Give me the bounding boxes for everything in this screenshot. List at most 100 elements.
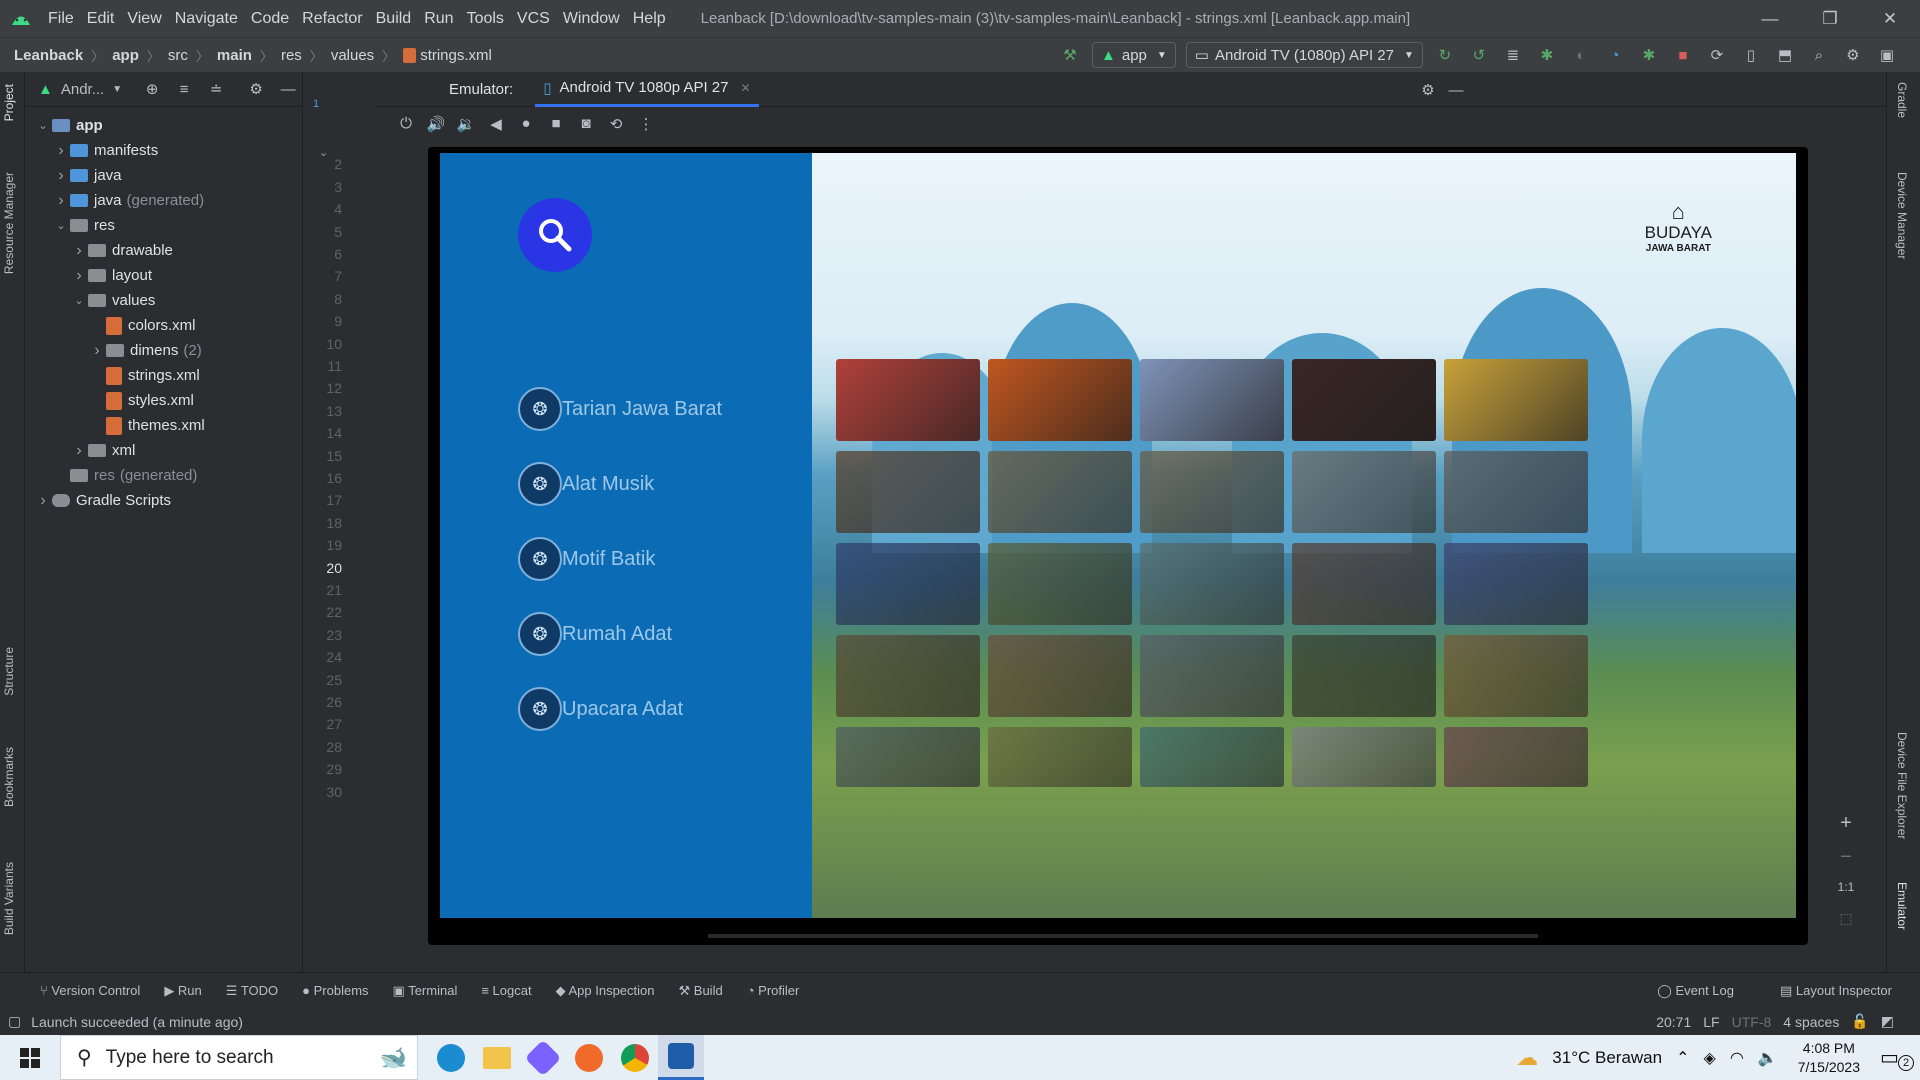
attach-process-icon[interactable]: ✱ [1637, 43, 1661, 67]
file-encoding[interactable]: UTF-8 [1732, 1014, 1772, 1030]
hide-panel-icon[interactable]: — [1444, 78, 1468, 102]
tv-category-motif-batik[interactable]: ❂ Motif Batik [518, 536, 655, 582]
content-card[interactable] [836, 727, 980, 787]
chevron-right-icon[interactable]: › [70, 242, 88, 260]
close-tab-icon[interactable]: ✕ [740, 81, 750, 95]
chevron-up-icon[interactable]: ⌃ [1676, 1048, 1689, 1068]
tree-item[interactable]: colors.xml [26, 313, 302, 338]
logcat-tab[interactable]: ≡ Logcat [481, 983, 531, 998]
tree-item[interactable]: › xml [26, 438, 302, 463]
chevron-down-icon[interactable]: ⌄ [34, 119, 52, 132]
edge-icon[interactable] [428, 1035, 474, 1080]
zoom-actual-size-button[interactable]: 1:1 [1828, 880, 1864, 910]
menu-view[interactable]: View [127, 10, 161, 28]
content-card[interactable] [1140, 727, 1284, 787]
content-card[interactable] [1444, 635, 1588, 717]
sync-gradle-icon[interactable]: ⟳ [1705, 43, 1729, 67]
build-variants-tab[interactable]: Build Variants [2, 862, 16, 935]
settings-gear-icon[interactable]: ⚙ [1841, 43, 1865, 67]
chevron-right-icon[interactable]: › [52, 142, 70, 160]
structure-tab[interactable]: Structure [2, 647, 16, 696]
line-separator[interactable]: LF [1703, 1014, 1719, 1030]
tree-item[interactable]: res (generated) [26, 463, 302, 488]
weather-icon[interactable]: ☁ [1516, 1045, 1538, 1071]
todo-tab[interactable]: ☰ TODO [226, 983, 278, 999]
power-icon[interactable]: ⏻ [394, 112, 418, 136]
problems-tab[interactable]: ● Problems [302, 983, 368, 998]
layout-inspector-tab[interactable]: ▤ Layout Inspector [1780, 983, 1892, 999]
restore-icon[interactable]: ❐ [1800, 0, 1860, 37]
tv-category-tarian[interactable]: ❂ Tarian Jawa Barat [518, 386, 722, 432]
gear-icon[interactable]: ⚙ [1416, 78, 1440, 102]
project-view-dropdown[interactable]: Andr... [61, 81, 104, 98]
chevron-down-icon[interactable]: ⌄ [52, 219, 70, 232]
menu-refactor[interactable]: Refactor [302, 10, 362, 28]
device-manager-icon[interactable]: ▯ [1739, 43, 1763, 67]
gradle-tab[interactable]: Gradle [1895, 82, 1909, 118]
tv-category-alat-musik[interactable]: ❂ Alat Musik [518, 461, 654, 507]
content-card[interactable] [1140, 543, 1284, 625]
emulator-tab[interactable]: Emulator [1895, 882, 1909, 930]
chevron-right-icon[interactable]: › [52, 192, 70, 210]
copilot-app-icon[interactable] [520, 1035, 566, 1080]
caret-position[interactable]: 20:71 [1656, 1014, 1691, 1030]
tv-search-button[interactable] [518, 198, 592, 272]
event-log-tab[interactable]: ◯ Event Log [1657, 983, 1734, 999]
zoom-out-icon[interactable]: − [1828, 846, 1864, 880]
device-dropdown[interactable]: ▭ Android TV (1080p) API 27 ▼ [1185, 42, 1423, 68]
content-card[interactable] [1444, 451, 1588, 533]
locate-file-icon[interactable]: ⊕ [140, 77, 164, 101]
content-card[interactable] [1444, 727, 1588, 787]
tree-item[interactable]: › layout [26, 263, 302, 288]
lock-icon[interactable]: 🔓 [1851, 1013, 1868, 1030]
wifi-icon[interactable]: ◠ [1730, 1048, 1744, 1068]
tree-item[interactable]: ⌄ app [26, 113, 302, 138]
tv-category-rumah-adat[interactable]: ❂ Rumah Adat [518, 611, 672, 657]
content-card[interactable] [988, 727, 1132, 787]
breadcrumb-src[interactable]: src [168, 47, 188, 64]
tv-category-upacara-adat[interactable]: ❂ Upacara Adat [518, 686, 683, 732]
run-config-dropdown[interactable]: ▲ app ▼ [1092, 42, 1176, 68]
screenshot-camera-icon[interactable]: ◙ [574, 112, 598, 136]
rerun-icon[interactable]: ↻ [1433, 43, 1457, 67]
chevron-right-icon[interactable]: › [70, 267, 88, 285]
content-card[interactable] [988, 543, 1132, 625]
speaker-icon[interactable]: 🔈 [1758, 1048, 1778, 1068]
overview-icon[interactable]: ■ [544, 112, 568, 136]
chrome-icon[interactable] [612, 1035, 658, 1080]
menu-vcs[interactable]: VCS [517, 10, 550, 28]
hide-panel-icon[interactable]: — [276, 77, 300, 101]
device-file-explorer-tab[interactable]: Device File Explorer [1895, 732, 1909, 839]
tree-item[interactable]: styles.xml [26, 388, 302, 413]
content-card[interactable] [1444, 543, 1588, 625]
apply-changes-icon[interactable]: ↺ [1467, 43, 1491, 67]
more-options-icon[interactable]: ⋮ [634, 112, 658, 136]
fit-screen-icon[interactable]: ⬚ [1828, 910, 1864, 927]
tree-item[interactable]: › dimens (2) [26, 338, 302, 363]
status-toggle-icon[interactable]: ▢ [8, 1013, 21, 1030]
tree-item[interactable]: ⌄ res [26, 213, 302, 238]
menu-navigate[interactable]: Navigate [175, 10, 238, 28]
clock[interactable]: 4:08 PM 7/15/2023 [1798, 1039, 1860, 1077]
close-icon[interactable]: ✕ [1860, 0, 1920, 37]
collapse-all-icon[interactable]: ≐ [204, 77, 228, 101]
search-icon[interactable]: ⌕ [1807, 43, 1831, 67]
start-button[interactable] [0, 1035, 60, 1080]
volume-down-icon[interactable]: 🔉 [454, 112, 478, 136]
chevron-right-icon[interactable]: › [88, 342, 106, 360]
menu-edit[interactable]: Edit [87, 10, 115, 28]
app-inspection-tab[interactable]: ◆ App Inspection [556, 983, 655, 999]
content-card[interactable] [1292, 451, 1436, 533]
menu-run[interactable]: Run [424, 10, 453, 28]
resource-manager-tab[interactable]: Resource Manager [2, 172, 16, 274]
memory-indicator-icon[interactable]: ◩ [1881, 1013, 1894, 1030]
content-card[interactable] [836, 451, 980, 533]
content-card[interactable] [1140, 635, 1284, 717]
menu-window[interactable]: Window [563, 10, 620, 28]
weather-text[interactable]: 31°C Berawan [1552, 1048, 1662, 1068]
breadcrumb-app[interactable]: app [112, 47, 139, 64]
debug-icon[interactable]: ✱ [1535, 43, 1559, 67]
emulator-device-tab[interactable]: ▯ Android TV 1080p API 27 ✕ [535, 72, 759, 107]
home-icon[interactable]: ● [514, 112, 538, 136]
menu-code[interactable]: Code [251, 10, 289, 28]
